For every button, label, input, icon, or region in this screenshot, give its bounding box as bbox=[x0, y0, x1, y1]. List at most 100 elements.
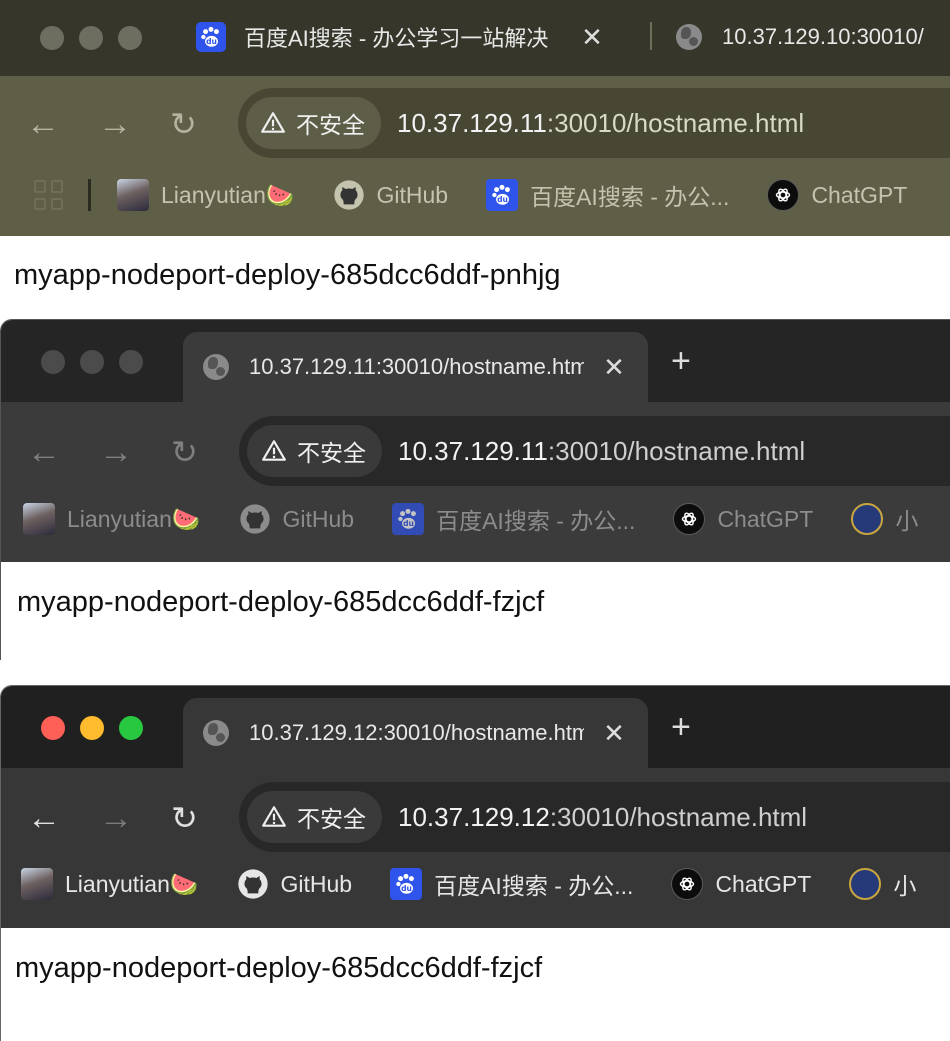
bookmark-label: ChatGPT bbox=[811, 181, 908, 208]
xiao-logo-icon bbox=[851, 503, 884, 535]
url-path: :30010/hostname.html bbox=[549, 801, 808, 832]
github-icon bbox=[333, 179, 365, 211]
bookmarks-bar: Lianyutian🍉 GitHub 百度AI搜索 - 办公... ChatGP… bbox=[21, 864, 950, 904]
bookmark-xiao[interactable]: 小 bbox=[849, 867, 916, 901]
address-bar[interactable]: 不安全 10.37.129.11:30010/hostname.html bbox=[239, 416, 950, 486]
github-icon bbox=[237, 868, 269, 900]
bookmark-xiao[interactable]: 小 bbox=[851, 502, 918, 536]
chatgpt-icon bbox=[671, 868, 704, 900]
bookmark-label: GitHub bbox=[376, 181, 449, 208]
bookmark-github[interactable]: GitHub bbox=[333, 179, 449, 211]
bookmark-label: Lianyutian🍉 bbox=[65, 870, 199, 897]
url-text[interactable]: 10.37.129.11:30010/hostname.html bbox=[398, 436, 805, 467]
tab-title: 百度AI搜索 - 办公学习一站解决 bbox=[244, 26, 549, 51]
zoom-window-button[interactable] bbox=[119, 350, 143, 374]
tab-baidu[interactable]: 百度AI搜索 - 办公学习一站解决 ✕ bbox=[196, 18, 626, 56]
minimize-window-button[interactable] bbox=[80, 716, 104, 740]
bookmark-label: 百度AI搜索 - 办公... bbox=[530, 184, 730, 210]
toolbar: ← → ↻ 不安全 10.37.129.11:30010/hostname.ht… bbox=[0, 76, 950, 236]
tab-divider bbox=[650, 22, 652, 50]
bookmark-baidu[interactable]: 百度AI搜索 - 办公... bbox=[390, 867, 633, 901]
browser-window-3: 10.37.129.12:30010/hostname.html ✕ + ← →… bbox=[0, 685, 950, 1041]
back-icon[interactable]: ← bbox=[27, 800, 61, 836]
security-chip[interactable]: 不安全 bbox=[247, 791, 382, 843]
security-label: 不安全 bbox=[297, 806, 366, 832]
browser-window-1: 百度AI搜索 - 办公学习一站解决 ✕ 10.37.129.10:30010/ … bbox=[0, 0, 950, 300]
security-label: 不安全 bbox=[297, 440, 366, 466]
bookmark-lianyutian[interactable]: Lianyutian🍉 bbox=[23, 503, 201, 535]
avatar-icon bbox=[117, 179, 149, 211]
baidu-icon bbox=[392, 503, 425, 535]
bookmark-label: ChatGPT bbox=[717, 505, 814, 532]
tab-active[interactable]: 10.37.129.12:30010/hostname.html ✕ bbox=[183, 698, 648, 768]
tab-host-10[interactable]: 10.37.129.10:30010/ bbox=[674, 18, 950, 56]
new-tab-icon[interactable]: + bbox=[671, 344, 691, 378]
page-content: myapp-nodeport-deploy-685dcc6ddf-fzjcf bbox=[1, 928, 950, 1041]
bookmark-label: 小 bbox=[893, 873, 917, 899]
bookmark-github[interactable]: GitHub bbox=[239, 503, 355, 535]
tab-title: 10.37.129.12:30010/hostname.html bbox=[249, 720, 584, 745]
bookmark-chatgpt[interactable]: ChatGPT bbox=[671, 868, 811, 900]
bookmark-baidu[interactable]: 百度AI搜索 - 办公... bbox=[392, 502, 635, 536]
forward-icon[interactable]: → bbox=[99, 434, 133, 470]
back-icon[interactable]: ← bbox=[26, 106, 60, 142]
warning-icon bbox=[261, 804, 287, 830]
url-text[interactable]: 10.37.129.12:30010/hostname.html bbox=[398, 802, 807, 833]
tab-active[interactable]: 10.37.129.11:30010/hostname.html ✕ bbox=[183, 332, 648, 402]
reload-icon[interactable]: ↻ bbox=[171, 434, 198, 470]
globe-icon bbox=[201, 718, 231, 748]
bookmark-chatgpt[interactable]: ChatGPT bbox=[767, 179, 907, 211]
bookmarks-divider bbox=[88, 179, 91, 211]
bookmarks-bar: Lianyutian🍉 GitHub 百度AI搜索 - 办公... ChatGP… bbox=[34, 175, 945, 215]
bookmark-baidu[interactable]: 百度AI搜索 - 办公... bbox=[486, 178, 729, 212]
bookmark-github[interactable]: GitHub bbox=[237, 868, 352, 900]
minimize-window-button[interactable] bbox=[79, 26, 103, 50]
avatar-icon bbox=[21, 868, 53, 900]
bookmark-lianyutian[interactable]: Lianyutian🍉 bbox=[21, 868, 199, 900]
bookmark-label: 百度AI搜索 - 办公... bbox=[434, 873, 634, 899]
url-host: 10.37.129.11 bbox=[397, 107, 547, 138]
bookmark-label: ChatGPT bbox=[715, 870, 812, 897]
address-bar[interactable]: 不安全 10.37.129.11:30010/hostname.html bbox=[238, 88, 950, 158]
hostname-text: myapp-nodeport-deploy-685dcc6ddf-pnhjg bbox=[14, 259, 561, 291]
bookmark-label: Lianyutian🍉 bbox=[67, 505, 201, 532]
chatgpt-icon bbox=[767, 179, 800, 211]
url-host: 10.37.129.11 bbox=[398, 435, 548, 466]
page-content: myapp-nodeport-deploy-685dcc6ddf-fzjcf bbox=[1, 562, 950, 660]
security-chip[interactable]: 不安全 bbox=[246, 97, 381, 149]
hostname-text: myapp-nodeport-deploy-685dcc6ddf-fzjcf bbox=[15, 952, 543, 984]
close-window-button[interactable] bbox=[41, 350, 65, 374]
url-text[interactable]: 10.37.129.11:30010/hostname.html bbox=[397, 108, 804, 139]
zoom-window-button[interactable] bbox=[119, 716, 143, 740]
baidu-icon bbox=[196, 22, 226, 52]
close-tab-icon[interactable]: ✕ bbox=[580, 24, 604, 50]
tab-title: 10.37.129.10:30010/ bbox=[722, 24, 924, 49]
security-chip[interactable]: 不安全 bbox=[247, 425, 382, 477]
bookmark-label: GitHub bbox=[282, 505, 355, 532]
apps-grid-icon[interactable] bbox=[34, 180, 64, 210]
minimize-window-button[interactable] bbox=[80, 350, 104, 374]
back-icon[interactable]: ← bbox=[27, 434, 61, 470]
reload-icon[interactable]: ↻ bbox=[171, 800, 198, 836]
bookmark-lianyutian[interactable]: Lianyutian🍉 bbox=[117, 179, 295, 211]
close-tab-icon[interactable]: ✕ bbox=[602, 354, 626, 380]
bookmark-chatgpt[interactable]: ChatGPT bbox=[673, 503, 813, 535]
url-host: 10.37.129.12 bbox=[398, 801, 550, 832]
close-window-button[interactable] bbox=[40, 26, 64, 50]
reload-icon[interactable]: ↻ bbox=[170, 106, 197, 142]
bookmark-label: 百度AI搜索 - 办公... bbox=[436, 508, 636, 534]
window-controls bbox=[41, 716, 143, 740]
window-controls bbox=[40, 26, 142, 50]
zoom-window-button[interactable] bbox=[118, 26, 142, 50]
avatar-icon bbox=[23, 503, 55, 535]
close-tab-icon[interactable]: ✕ bbox=[602, 720, 626, 746]
close-window-button[interactable] bbox=[41, 716, 65, 740]
url-path: :30010/hostname.html bbox=[547, 435, 806, 466]
toolbar: ← → ↻ 不安全 10.37.129.12:30010/hostname.ht… bbox=[1, 768, 950, 928]
address-bar[interactable]: 不安全 10.37.129.12:30010/hostname.html bbox=[239, 782, 950, 852]
forward-icon[interactable]: → bbox=[98, 106, 132, 142]
globe-icon bbox=[201, 352, 231, 382]
forward-icon[interactable]: → bbox=[99, 800, 133, 836]
toolbar: ← → ↻ 不安全 10.37.129.11:30010/hostname.ht… bbox=[1, 402, 950, 562]
new-tab-icon[interactable]: + bbox=[671, 710, 691, 744]
